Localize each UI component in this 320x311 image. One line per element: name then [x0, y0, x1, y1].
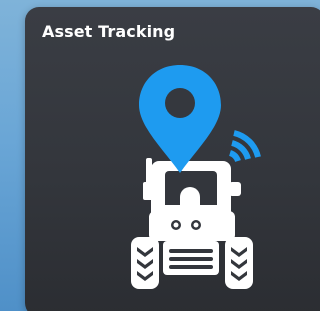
card-title: Asset Tracking	[42, 22, 176, 41]
tractor-icon	[131, 158, 253, 289]
location-pin-icon	[139, 65, 221, 173]
asset-tracking-card[interactable]: Asset Tracking	[25, 7, 320, 311]
wifi-signal-icon	[228, 130, 261, 163]
asset-tracking-illustration	[131, 65, 261, 289]
